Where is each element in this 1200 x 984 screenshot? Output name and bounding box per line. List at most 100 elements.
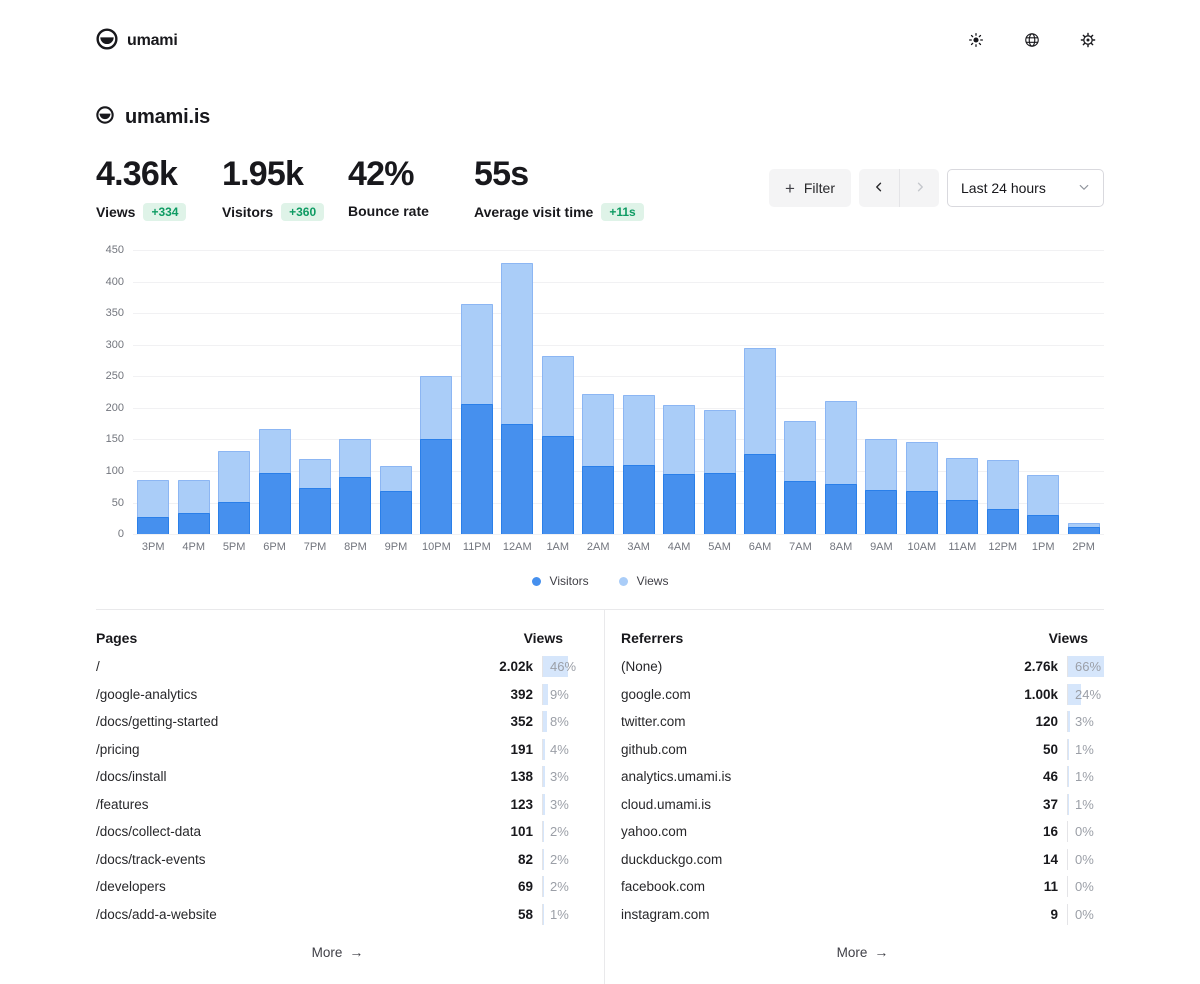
referrer-link[interactable]: twitter.com [621,714,1014,729]
referrers-more-button[interactable]: More → [837,944,889,960]
visitors-bar[interactable] [704,473,736,534]
page-link[interactable]: /developers [96,879,489,894]
umami-logo-icon [96,28,118,55]
table-row: /pricing1914% [96,736,579,764]
x-axis-label: 12PM [983,541,1023,553]
percent-label: 1% [550,907,569,922]
metrics-bar: 4.36k Views +334 1.95k Visitors +360 42%… [96,155,1104,221]
views-percent-cell: 2% [542,821,579,842]
visitors-bar[interactable] [420,439,452,534]
referrer-link[interactable]: facebook.com [621,879,1014,894]
bar-group-1PM [1023,250,1063,534]
bar-group-10AM [902,250,942,534]
legend-label: Visitors [550,574,589,588]
legend-item-visitors: Visitors [532,574,589,588]
referrer-link[interactable]: github.com [621,742,1014,757]
views-count: 2.76k [1014,659,1058,674]
chart-x-axis: 3PM4PM5PM6PM7PM8PM9PM10PM11PM12AM1AM2AM3… [133,541,1104,553]
y-axis-tick: 150 [106,433,124,445]
brand[interactable]: umami [96,28,178,55]
previous-period-button[interactable] [859,169,899,207]
percent-label: 1% [1075,742,1094,757]
next-period-button[interactable] [899,169,939,207]
visitors-bar[interactable] [946,500,978,534]
visitors-bar[interactable] [744,454,776,534]
page-link[interactable]: /docs/getting-started [96,714,489,729]
table-row: /docs/collect-data1012% [96,818,579,846]
table-row: cloud.umami.is371% [621,791,1104,819]
bar-group-7AM [780,250,820,534]
x-axis-label: 9PM [376,541,416,553]
visitors-bar[interactable] [218,502,250,534]
x-axis-label: 2AM [578,541,618,553]
average-visit-time-value: 55s [474,155,644,194]
visitors-bar[interactable] [339,477,371,534]
page-link[interactable]: / [96,659,489,674]
y-axis-tick: 100 [106,465,124,477]
bar-group-3PM [133,250,173,534]
pages-more-button[interactable]: More → [312,944,364,960]
referrer-link[interactable]: yahoo.com [621,824,1014,839]
page-link[interactable]: /features [96,797,489,812]
referrer-link[interactable]: (None) [621,659,1014,674]
table-row: instagram.com90% [621,901,1104,929]
percent-fill-bar [543,711,547,732]
page-link[interactable]: /docs/track-events [96,852,489,867]
visitors-bar[interactable] [380,491,412,534]
filter-button[interactable]: + Filter [769,169,851,207]
date-range-select[interactable]: Last 24 hours [947,169,1104,207]
visitors-bar[interactable] [542,436,574,534]
views-count: 50 [1014,742,1058,757]
page-link[interactable]: /docs/collect-data [96,824,489,839]
pages-table-title: Pages [96,630,137,646]
legend-item-views: Views [619,574,669,588]
page-link[interactable]: /pricing [96,742,489,757]
visitors-bar[interactable] [501,424,533,534]
referrer-link[interactable]: duckduckgo.com [621,852,1014,867]
views-count: 352 [489,714,533,729]
visitors-bar[interactable] [987,509,1019,534]
x-axis-label: 3AM [618,541,658,553]
views-count: 138 [489,769,533,784]
visitors-bar[interactable] [623,465,655,534]
theme-toggle-button[interactable] [960,25,992,57]
visitors-bar[interactable] [784,481,816,534]
referrer-link[interactable]: instagram.com [621,907,1014,922]
x-axis-label: 10PM [416,541,456,553]
gridline [133,534,1104,535]
chart-y-axis: 450400350300250200150100500 [96,250,124,534]
visitors-bar[interactable] [825,484,857,534]
visitors-change-badge: +360 [281,203,324,221]
bar-group-4PM [173,250,213,534]
x-axis-label: 5PM [214,541,254,553]
x-axis-label: 4AM [659,541,699,553]
table-row: /2.02k46% [96,653,579,681]
page-link[interactable]: /docs/add-a-website [96,907,489,922]
visitors-bar[interactable] [259,473,291,534]
language-button[interactable] [1016,25,1048,57]
visitors-bar[interactable] [663,474,695,534]
referrer-link[interactable]: analytics.umami.is [621,769,1014,784]
bar-group-6PM [254,250,294,534]
visitors-views-chart: 450400350300250200150100500 3PM4PM5PM6PM… [96,250,1104,553]
visitors-bar[interactable] [299,488,331,534]
visitors-bar[interactable] [582,466,614,534]
visitors-bar[interactable] [1027,515,1059,535]
date-nav-group [859,169,939,207]
visitors-bar[interactable] [461,404,493,534]
settings-button[interactable] [1072,25,1104,57]
y-axis-tick: 400 [106,276,124,288]
views-count: 1.00k [1014,687,1058,702]
visitors-bar[interactable] [1068,527,1100,535]
visitors-bar[interactable] [137,517,169,534]
visitors-bar[interactable] [865,490,897,534]
page-link[interactable]: /google-analytics [96,687,489,702]
percent-fill-bar [543,794,545,815]
referrer-link[interactable]: cloud.umami.is [621,797,1014,812]
visitors-bar[interactable] [178,513,210,534]
referrer-link[interactable]: google.com [621,687,1014,702]
percent-label: 1% [1075,769,1094,784]
table-row: /docs/install1383% [96,763,579,791]
visitors-bar[interactable] [906,491,938,534]
page-link[interactable]: /docs/install [96,769,489,784]
